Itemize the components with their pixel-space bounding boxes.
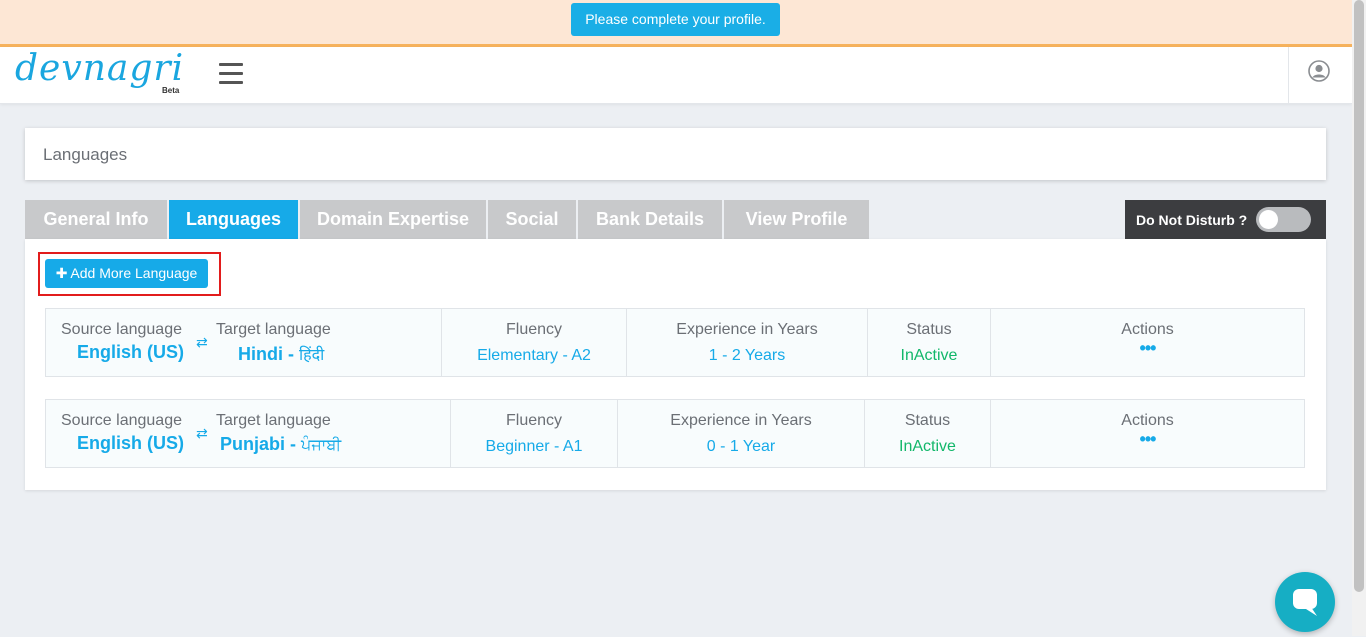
actions-cell: Actions ••• — [991, 400, 1304, 467]
language-row: Source language English (US) ⇄ Target la… — [45, 308, 1305, 377]
fluency-cell: Fluency Elementary - A2 — [442, 309, 627, 376]
fluency-header: Fluency — [505, 321, 563, 338]
language-row: Source language English (US) ⇄ Target la… — [45, 399, 1305, 468]
tab-general-info[interactable]: General Info — [25, 200, 167, 239]
page-title: Languages — [43, 145, 128, 164]
tab-view-profile[interactable]: View Profile — [724, 200, 869, 239]
actions-header: Actions — [1121, 321, 1174, 338]
do-not-disturb-panel: Do Not Disturb ? — [1125, 200, 1326, 240]
source-language-header: Source language — [61, 412, 182, 429]
language-pair-cell: Source language English (US) ⇄ Target la… — [46, 400, 451, 467]
actions-cell: Actions ••• — [991, 309, 1304, 376]
experience-value: 1 - 2 Years — [708, 347, 786, 364]
tab-bank-details[interactable]: Bank Details — [578, 200, 722, 239]
more-dots-icon[interactable]: ••• — [991, 338, 1304, 359]
logo-text: devnagri — [15, 48, 184, 89]
swap-arrows-icon: ⇄ — [196, 425, 208, 441]
swap-arrows-icon: ⇄ — [196, 334, 208, 350]
devnagri-logo[interactable]: devnagri Beta — [15, 47, 190, 99]
source-language-value: English (US) — [77, 342, 184, 362]
beta-badge: Beta — [162, 86, 180, 95]
fluency-value: Beginner - A1 — [485, 438, 583, 455]
status-header: Status — [906, 321, 952, 338]
hamburger-icon[interactable] — [219, 63, 243, 85]
target-language-value: Hindi - हिंदी — [238, 344, 325, 364]
experience-value: 0 - 1 Year — [706, 438, 776, 455]
experience-header: Experience in Years — [670, 412, 812, 429]
more-dots-icon[interactable]: ••• — [991, 429, 1304, 450]
experience-cell: Experience in Years 1 - 2 Years — [627, 309, 868, 376]
chat-glyph — [1293, 589, 1317, 616]
target-language-header: Target language — [216, 321, 331, 338]
do-not-disturb-toggle[interactable] — [1256, 207, 1311, 232]
experience-cell: Experience in Years 0 - 1 Year — [618, 400, 865, 467]
experience-header: Experience in Years — [676, 321, 818, 338]
actions-header: Actions — [1121, 412, 1174, 429]
status-value: InActive — [900, 347, 958, 364]
source-language-header: Source language — [61, 321, 182, 338]
target-language-value: Punjabi - ਪੰਜਾਬੀ — [220, 434, 342, 454]
chat-bubble-icon[interactable] — [1275, 572, 1335, 632]
status-header: Status — [904, 412, 951, 429]
fluency-header: Fluency — [505, 412, 563, 429]
do-not-disturb-label: Do Not Disturb ? — [1136, 212, 1248, 228]
plus-icon: ✚ — [55, 265, 68, 281]
fluency-value: Elementary - A2 — [477, 347, 591, 364]
tab-social[interactable]: Social — [488, 200, 576, 239]
complete-profile-notice[interactable]: Please complete your profile. — [571, 3, 780, 36]
add-more-language-button[interactable]: ✚ Add More Language — [45, 259, 208, 288]
source-language-value: English (US) — [77, 433, 184, 453]
page-title-card: Languages — [25, 128, 1326, 180]
target-language-header: Target language — [216, 412, 331, 429]
tab-domain-expertise[interactable]: Domain Expertise — [300, 200, 486, 239]
status-value: InActive — [899, 438, 956, 455]
fluency-cell: Fluency Beginner - A1 — [451, 400, 618, 467]
notice-bar: Please complete your profile. — [0, 0, 1352, 47]
user-circle-icon[interactable] — [1308, 60, 1330, 82]
add-more-language-label: Add More Language — [70, 265, 198, 281]
status-cell: Status InActive — [868, 309, 991, 376]
scrollbar-thumb[interactable] — [1354, 0, 1364, 592]
language-pair-cell: Source language English (US) ⇄ Target la… — [46, 309, 442, 376]
profile-tabs: General Info Languages Domain Expertise … — [25, 200, 871, 239]
top-navbar: devnagri Beta — [0, 47, 1352, 104]
navbar-divider — [1288, 47, 1289, 103]
tab-languages[interactable]: Languages — [169, 200, 298, 239]
toggle-knob — [1259, 210, 1278, 229]
status-cell: Status InActive — [865, 400, 991, 467]
